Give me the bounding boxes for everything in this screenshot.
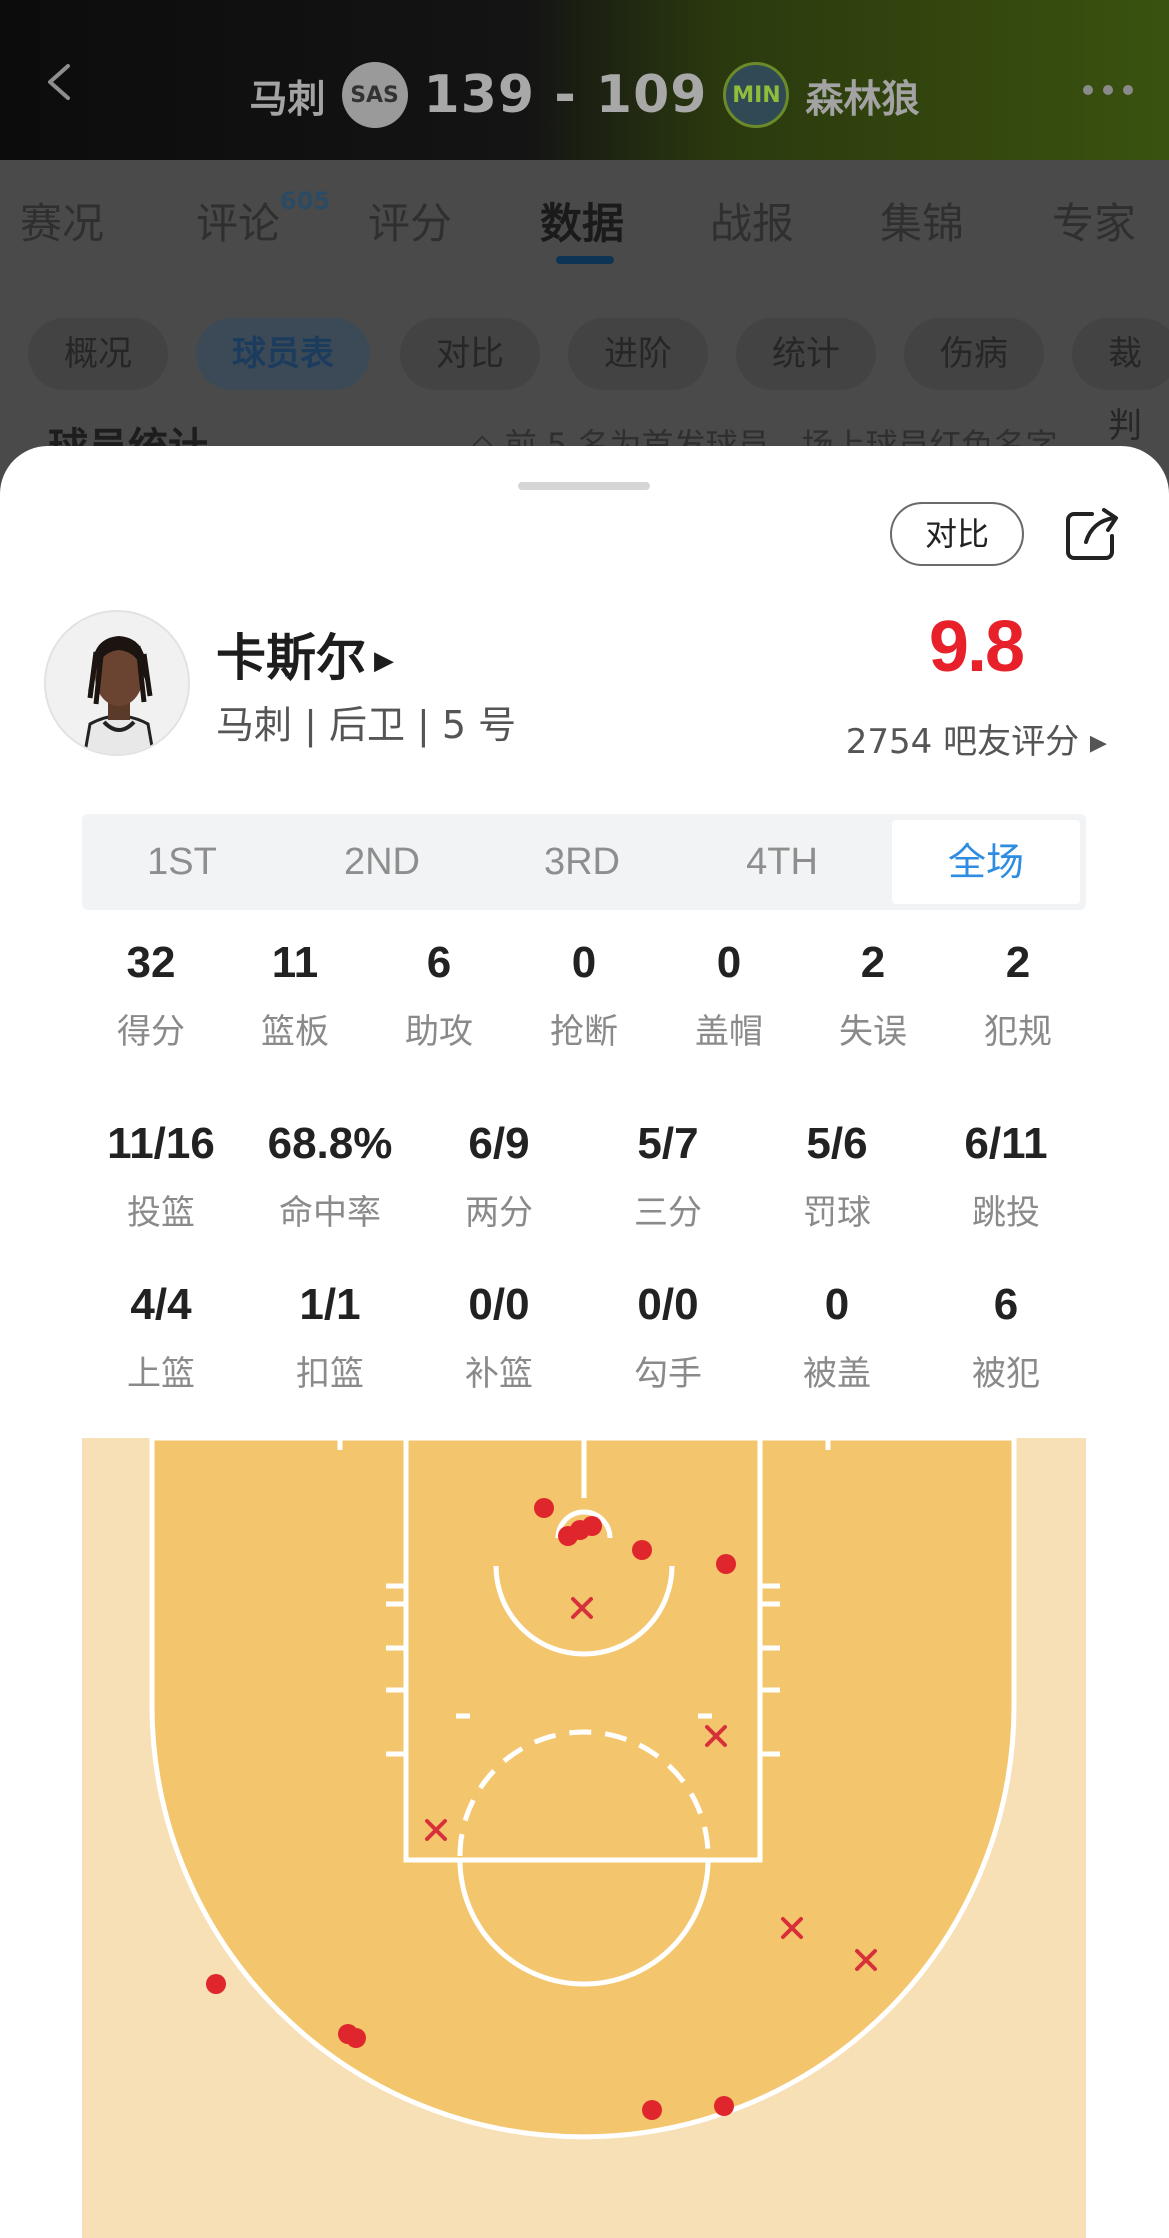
subtab-overview[interactable]: 概况 — [28, 318, 168, 390]
player-name[interactable]: 卡斯尔 ▶ — [216, 618, 394, 690]
made-shot-marker — [206, 1974, 226, 1994]
home-team-name: 马刺 — [249, 76, 326, 121]
player-detail-sheet: 对比 卡斯尔 ▶ 马刺 | 后卫 | 5 号 9.8 2754 吧友评分 ▸ 1S… — [0, 446, 1169, 2238]
stat-fg-pct: 68.8% 命中率 — [267, 1119, 393, 1233]
subtab-injuries[interactable]: 伤病 — [904, 318, 1044, 390]
stat-two-pt: 6/9 两分 — [465, 1119, 533, 1233]
away-team-name: 森林狼 — [805, 76, 920, 121]
game-score: 139 - 109 — [423, 65, 708, 125]
sub-tabs: 概况 球员表 对比 进阶 统计 伤病 裁判 — [0, 300, 1169, 446]
comment-count-badge: 605 — [280, 187, 331, 215]
made-shot-marker — [714, 2096, 734, 2116]
stat-layup: 4/4 上篮 — [127, 1280, 195, 1394]
tab-highlights[interactable]: 集锦 — [880, 190, 964, 251]
tab-comments[interactable]: 评论605 — [196, 187, 331, 251]
period-tab-2nd[interactable]: 2ND — [282, 814, 482, 910]
made-shot-marker — [346, 2028, 366, 2048]
made-shot-marker — [716, 1554, 736, 1574]
compare-button[interactable]: 对比 — [890, 502, 1024, 566]
shot-chart-court — [82, 1435, 1086, 2238]
period-tab-4th[interactable]: 4TH — [682, 814, 882, 910]
rating-count-link[interactable]: 2754 吧友评分 ▸ — [846, 714, 1107, 763]
game-header: 马刺 SAS 139 - 109 MIN 森林狼 — [0, 0, 1169, 160]
period-tab-3rd[interactable]: 3RD — [482, 814, 682, 910]
tab-experts[interactable]: 专家 — [1052, 190, 1136, 251]
more-icon[interactable] — [1083, 85, 1133, 95]
player-meta: 马刺 | 后卫 | 5 号 — [216, 703, 517, 747]
sheet-drag-handle[interactable] — [518, 482, 650, 490]
made-shot-marker — [534, 1498, 554, 1518]
stat-hook: 0/0 勾手 — [634, 1280, 702, 1394]
stat-fouls: 2 犯规 — [984, 938, 1052, 1052]
active-tab-indicator — [556, 256, 614, 264]
away-team-logo: MIN — [723, 62, 790, 128]
tab-ratings[interactable]: 评分 — [368, 190, 452, 251]
made-shot-marker — [582, 1516, 602, 1536]
tab-data[interactable]: 数据 — [540, 190, 624, 251]
stat-blocked: 0 被盖 — [803, 1280, 871, 1394]
subtab-compare[interactable]: 对比 — [400, 318, 540, 390]
stat-jumper: 6/11 跳投 — [964, 1119, 1048, 1233]
share-icon[interactable] — [1062, 504, 1122, 564]
subtab-advanced[interactable]: 进阶 — [568, 318, 708, 390]
stat-three-pt: 5/7 三分 — [634, 1119, 702, 1233]
made-shot-marker — [632, 1540, 652, 1560]
stat-free-throw: 5/6 罚球 — [803, 1119, 871, 1233]
player-rating: 9.8 — [928, 607, 1025, 687]
main-tabs: 赛况 评论605 评分 数据 战报 集锦 专家 — [0, 160, 1169, 275]
period-tab-full-game[interactable]: 全场 — [892, 820, 1080, 904]
caret-right-icon: ▶ — [374, 646, 394, 676]
stat-dunk: 1/1 扣篮 — [296, 1280, 364, 1394]
stat-fouled: 6 被犯 — [972, 1280, 1040, 1394]
subtab-stats[interactable]: 统计 — [736, 318, 876, 390]
home-team-logo: SAS — [341, 62, 408, 128]
subtab-referees[interactable]: 裁判 — [1072, 318, 1169, 446]
made-shot-marker — [642, 2100, 662, 2120]
scoreline: 马刺 SAS 139 - 109 MIN 森林狼 — [0, 60, 1169, 130]
period-selector: 1ST 2ND 3RD 4TH 全场 — [82, 814, 1086, 910]
period-tab-1st[interactable]: 1ST — [82, 814, 282, 910]
tab-report[interactable]: 战报 — [710, 190, 794, 251]
shot-chart — [82, 1435, 1086, 2238]
stat-fg: 11/16 投篮 — [107, 1119, 215, 1233]
player-avatar — [44, 610, 190, 756]
subtab-player-table[interactable]: 球员表 — [196, 318, 370, 390]
tab-game[interactable]: 赛况 — [20, 190, 104, 251]
stat-putback: 0/0 补篮 — [465, 1280, 533, 1394]
